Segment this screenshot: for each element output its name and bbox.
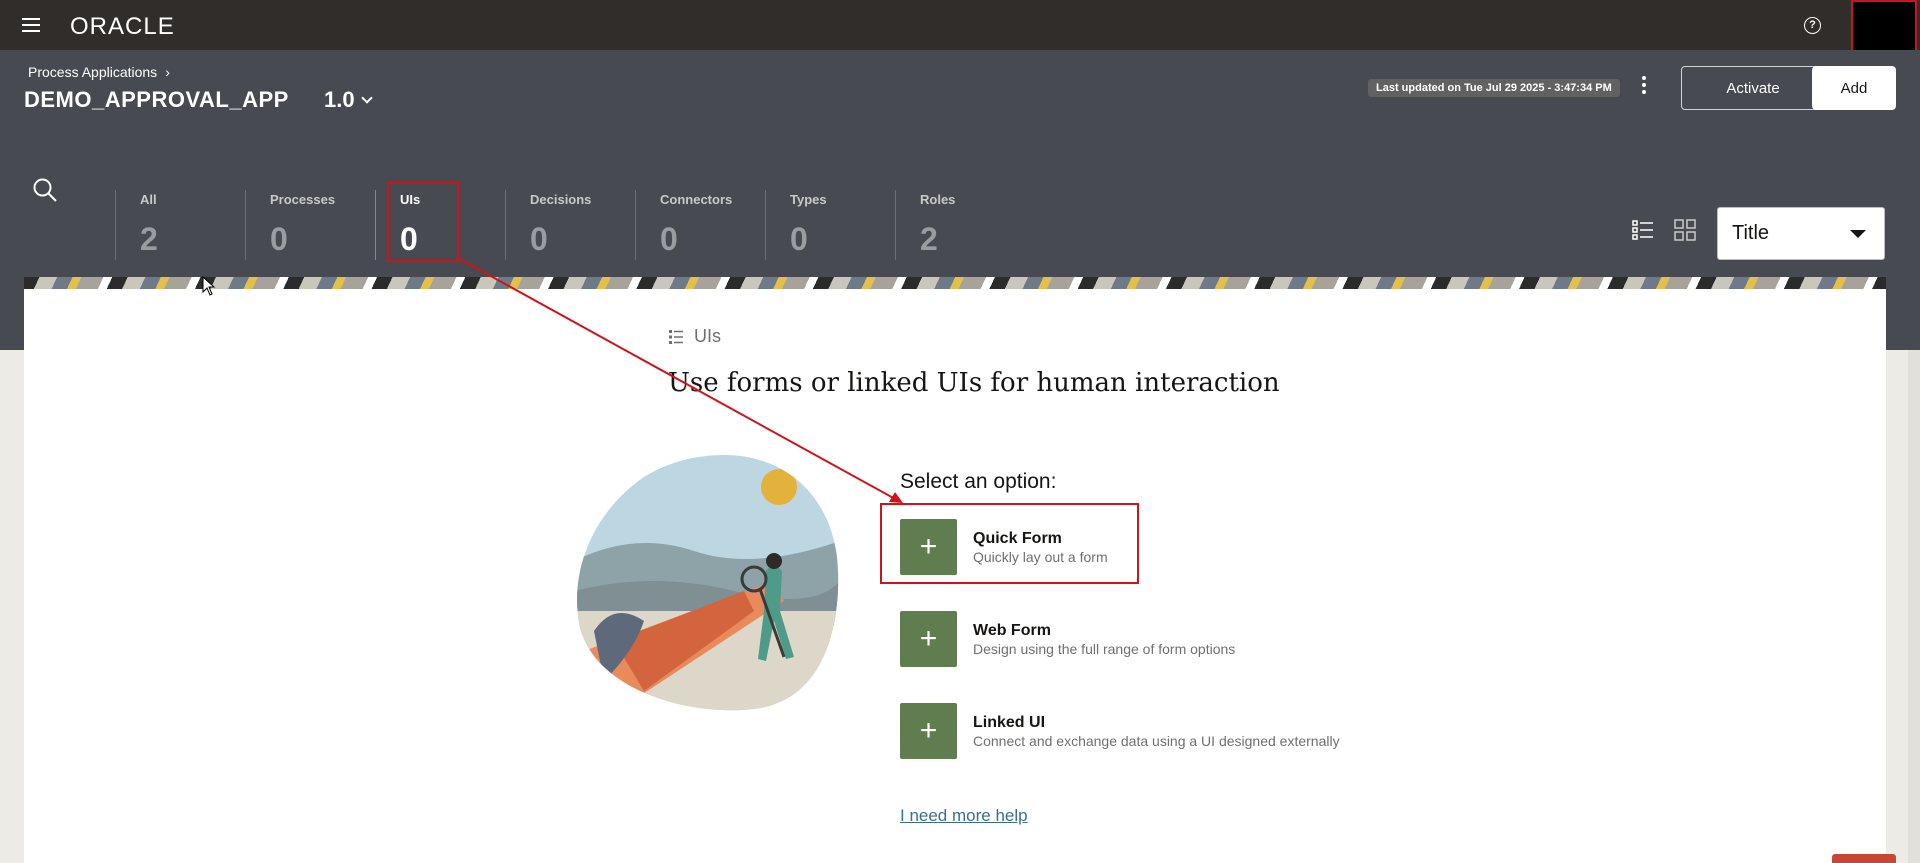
sort-select[interactable]: Title: [1717, 207, 1885, 260]
decorative-banner: [24, 277, 1886, 289]
stat-label: Decisions: [530, 192, 592, 207]
chevron-right-icon: ›: [165, 64, 170, 80]
grid-view-icon[interactable]: [1674, 219, 1696, 241]
stat-types[interactable]: Types 0: [765, 190, 895, 260]
web-form-option[interactable]: + Web Form Design using the full range o…: [900, 610, 1380, 668]
illustration-image: [577, 455, 839, 711]
sort-selected-value: Title: [1732, 222, 1770, 244]
caret-down-icon: [1850, 230, 1866, 238]
add-button[interactable]: Add: [1812, 66, 1896, 110]
option-title: Linked UI: [973, 713, 1046, 731]
scrollbar[interactable]: [1908, 350, 1920, 863]
stat-value: 2: [140, 221, 158, 257]
plus-icon[interactable]: +: [900, 703, 957, 759]
stat-value: 2: [920, 221, 938, 257]
app-title: DEMO_APPROVAL_APP: [24, 87, 289, 112]
breadcrumb[interactable]: Process Applications ›: [28, 64, 170, 80]
stat-value: 0: [660, 221, 678, 257]
version-selector[interactable]: 1.0: [324, 87, 373, 113]
uis-annotation-box: [387, 182, 459, 262]
hamburger-menu-icon[interactable]: [22, 18, 40, 32]
oracle-logo: ORACLE: [70, 13, 175, 40]
stat-label: All: [140, 192, 157, 207]
section-tag-label: UIs: [694, 326, 721, 346]
stat-label: Processes: [270, 192, 336, 207]
stat-all[interactable]: All 2: [115, 190, 245, 260]
stat-decisions[interactable]: Decisions 0: [505, 190, 635, 260]
linked-ui-option[interactable]: + Linked UI Connect and exchange data us…: [900, 702, 1380, 760]
activate-button[interactable]: Activate: [1681, 66, 1825, 110]
stat-roles[interactable]: Roles 2: [895, 190, 1025, 260]
quick-form-annotation-box: [880, 503, 1139, 584]
option-text: Web Form Design using the full range of …: [973, 622, 1235, 657]
stat-value: 0: [530, 221, 548, 257]
plus-icon[interactable]: +: [900, 611, 957, 667]
form-list-icon: [669, 329, 683, 344]
list-view-icon[interactable]: [1632, 219, 1654, 241]
section-tag: UIs: [668, 326, 721, 347]
stat-value: 0: [790, 221, 808, 257]
page-title: Use forms or linked UIs for human intera…: [668, 368, 1280, 398]
breadcrumb-process-applications[interactable]: Process Applications: [28, 64, 157, 80]
feedback-tab[interactable]: [1832, 854, 1896, 863]
help-link[interactable]: I need more help: [900, 806, 1028, 826]
stat-label: Connectors: [660, 192, 733, 207]
option-description: Design using the full range of form opti…: [973, 640, 1236, 657]
last-updated-badge: Last updated on Tue Jul 29 2025 - 3:47:3…: [1368, 79, 1620, 97]
stat-label: Roles: [920, 192, 956, 207]
version-label: 1.0: [324, 87, 355, 112]
help-icon[interactable]: ?: [1804, 17, 1821, 34]
option-description: Connect and exchange data using a UI des…: [973, 732, 1340, 749]
stat-label: Types: [790, 192, 827, 207]
top-bar: ORACLE ?: [0, 0, 1920, 55]
more-options-icon[interactable]: [1636, 74, 1652, 96]
stat-value: 0: [270, 221, 288, 257]
option-title: Web Form: [973, 621, 1051, 639]
user-avatar[interactable]: [1851, 0, 1917, 55]
stat-processes[interactable]: Processes 0: [245, 190, 375, 260]
select-option-label: Select an option:: [900, 470, 1057, 493]
chevron-down-icon: [360, 92, 373, 104]
option-text: Linked UI Connect and exchange data usin…: [973, 714, 1340, 749]
mouse-cursor-icon: [202, 276, 216, 296]
stat-connectors[interactable]: Connectors 0: [635, 190, 765, 260]
search-icon[interactable]: [32, 177, 58, 203]
